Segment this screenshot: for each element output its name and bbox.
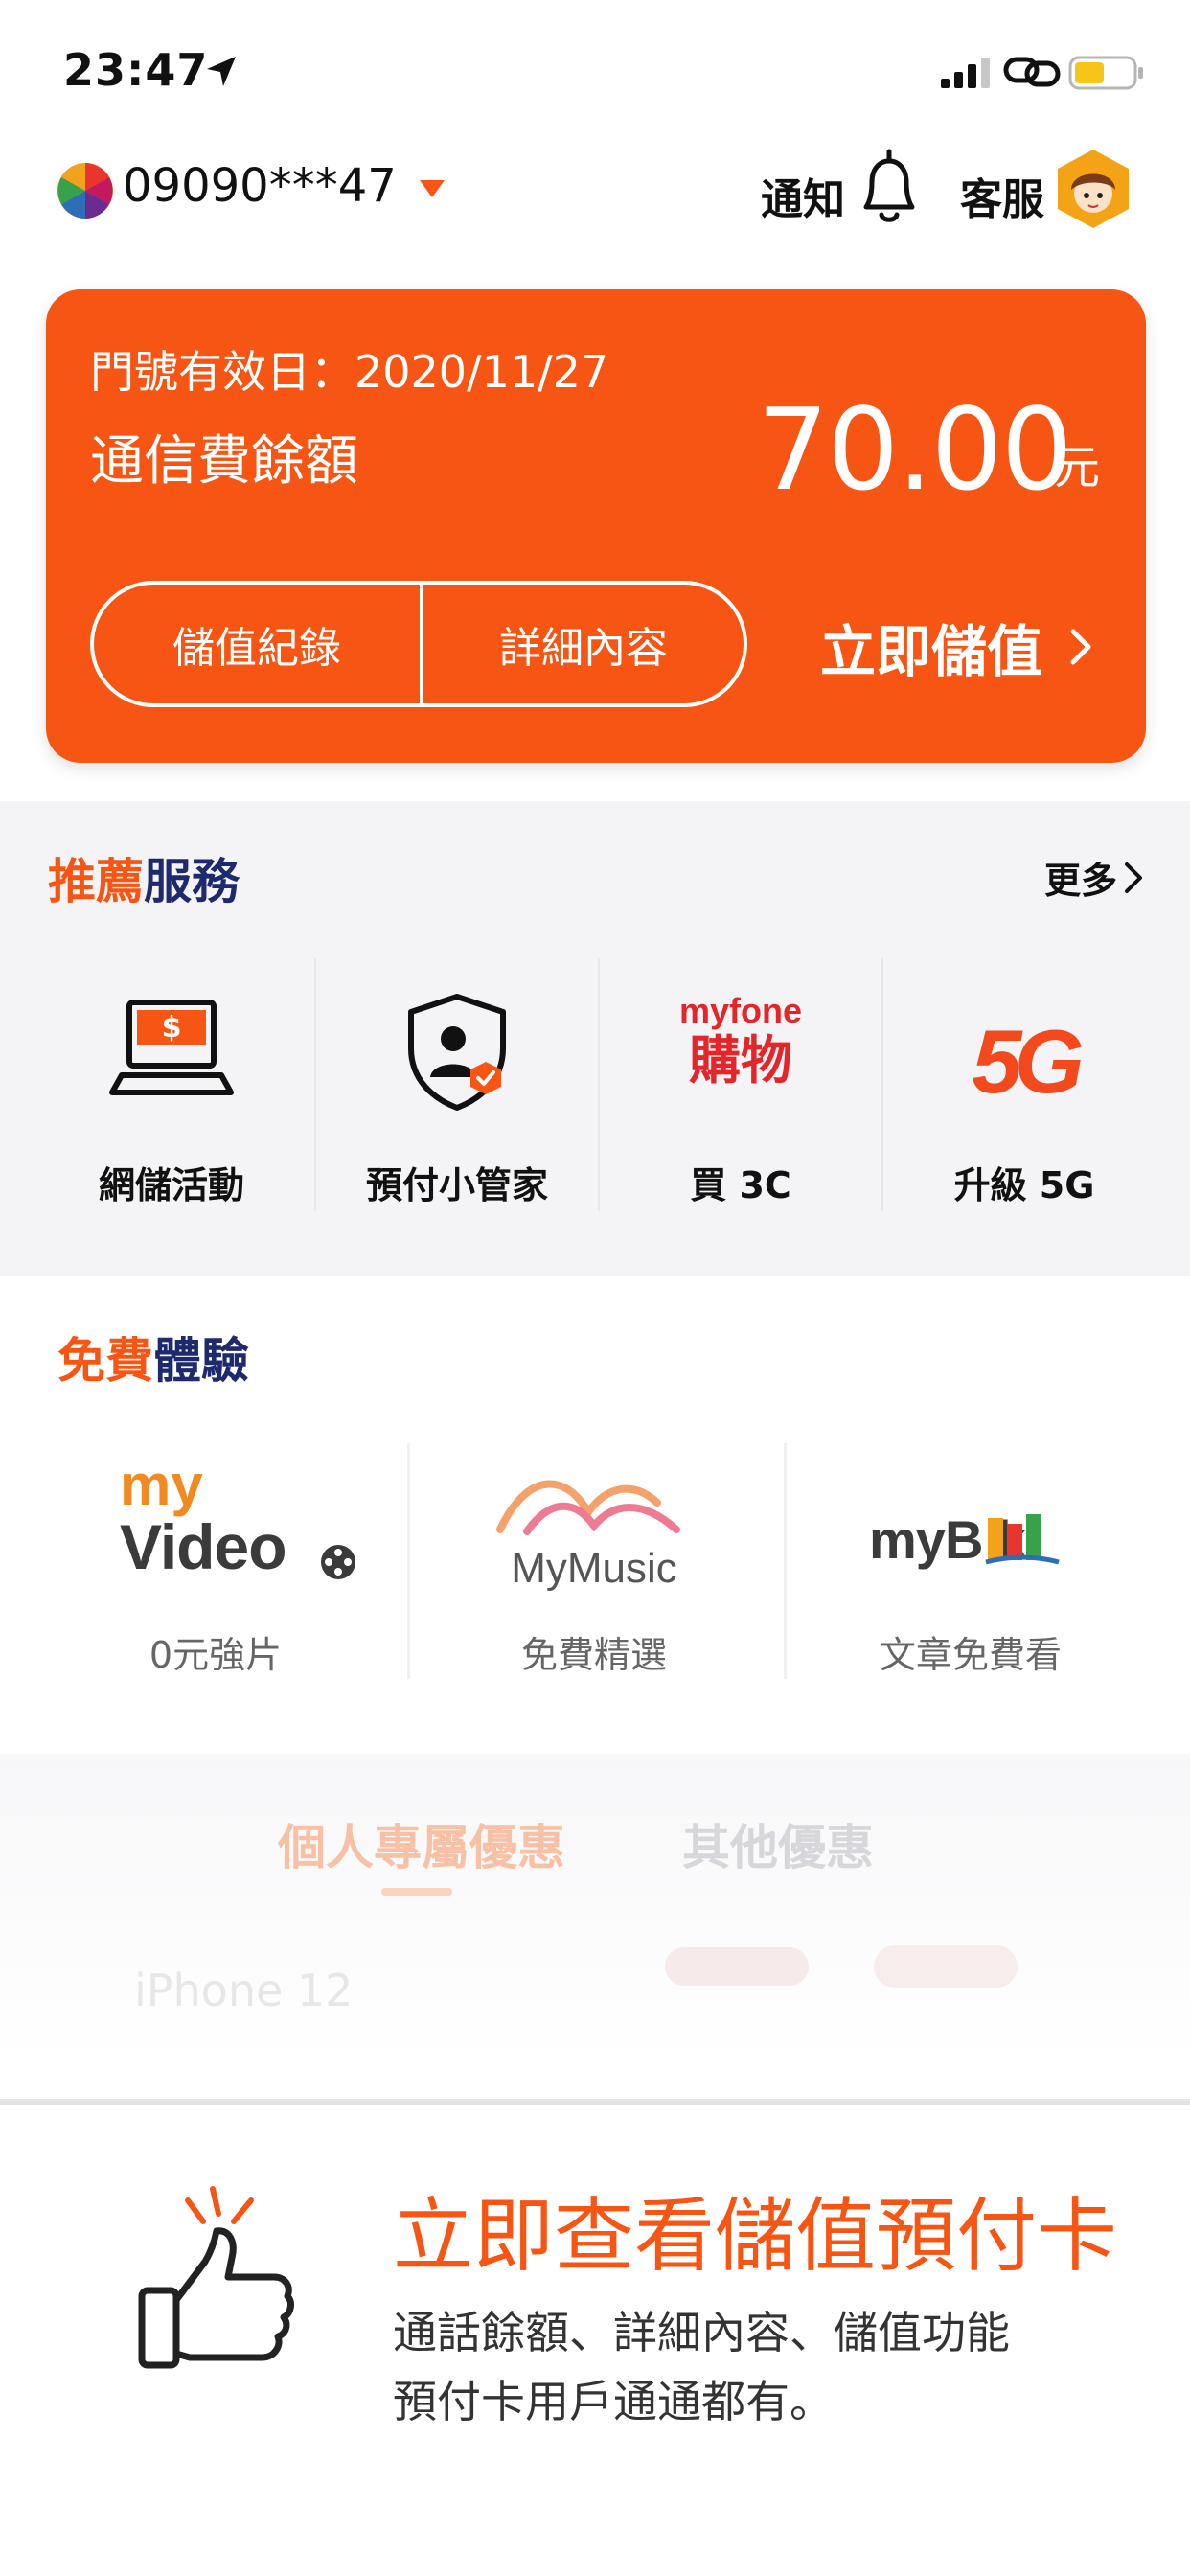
thumbs-up-icon	[138, 2186, 294, 2369]
myvideo-logo-video: Video	[120, 1511, 287, 1582]
film-reel-icon	[321, 1545, 355, 1579]
service-item-upgrade-5g[interactable]: 5G 升級 5G	[883, 958, 1165, 1209]
service-item-prepaid-butler[interactable]: 預付小管家	[316, 958, 598, 1209]
service-item-buy-3c[interactable]: myfone 購物 買 3C	[600, 958, 881, 1209]
battery-icon	[1068, 56, 1143, 90]
active-tab-indicator	[381, 1888, 452, 1896]
tab-other-offers[interactable]: 其他優惠	[682, 1809, 874, 1878]
book-icon	[985, 1514, 1060, 1565]
5g-logo-text: 5G	[972, 1011, 1084, 1112]
tab-personal-offers[interactable]: 個人專屬優惠	[278, 1809, 565, 1878]
topup-history-button[interactable]: 儲值紀錄	[94, 585, 420, 703]
section-divider	[0, 2099, 1190, 2104]
service-item-online-topup[interactable]: $ 網儲活動	[31, 958, 312, 1209]
chevron-right-icon	[1125, 862, 1143, 893]
shopping-logo-text: 購物	[689, 1030, 792, 1091]
free-item-label: 免費精選	[520, 1634, 667, 1676]
shield-user-icon	[408, 994, 506, 1111]
myvideo-logo: my Video	[72, 1457, 359, 1600]
offer-card-image	[874, 1945, 1018, 1988]
balance-amount: 70.00	[757, 383, 1073, 516]
recommended-title: 推薦服務	[48, 843, 240, 912]
myfone-shopping-logo: myfone 購物	[674, 985, 808, 1119]
service-avatar-icon[interactable]	[1052, 148, 1134, 230]
balance-unit: 元	[1054, 441, 1101, 494]
laptop-dollar-icon: $	[109, 1000, 234, 1095]
free-trial-title: 免費體驗	[57, 1322, 249, 1392]
free-trial-title-part2: 體驗	[153, 1333, 249, 1389]
topup-now-label: 立即儲值	[820, 619, 1043, 684]
service-label: 買 3C	[690, 1164, 791, 1207]
service-label: 預付小管家	[365, 1164, 548, 1207]
balance-label: 通信費餘額	[90, 430, 358, 493]
recommended-title-part1: 推薦	[48, 854, 144, 909]
free-item-mybook[interactable]: myB k 文章免費看	[784, 1438, 1157, 1687]
offer-card-image	[665, 1947, 809, 1986]
bell-icon[interactable]	[853, 146, 926, 228]
promo-description-line2: 預付卡用戶通通都有。	[393, 2376, 834, 2427]
dropdown-triangle-icon[interactable]	[418, 178, 446, 199]
5g-icon: 5G	[957, 985, 1091, 1119]
free-item-mymusic[interactable]: MyMusic 免費精選	[407, 1438, 781, 1687]
service-label: 網儲活動	[98, 1164, 244, 1207]
promo-description-line1: 通話餘額、詳細內容、儲值功能	[393, 2307, 1010, 2358]
topup-now-button[interactable]: 立即儲值	[820, 604, 1127, 690]
location-arrow-icon	[207, 57, 236, 86]
mymusic-logo-text: MyMusic	[511, 1545, 677, 1592]
status-time: 23:47	[63, 44, 209, 96]
phone-number[interactable]: 09090***47	[123, 159, 397, 213]
notification-label[interactable]: 通知	[761, 165, 845, 226]
offer-card-title: iPhone 12	[134, 1965, 354, 2016]
promo-title[interactable]: 立即查看儲值預付卡	[393, 2172, 1117, 2288]
svg-text:$: $	[162, 1011, 182, 1045]
free-item-label: 0元強片	[149, 1634, 283, 1676]
myfone-logo-text: myfone	[678, 991, 803, 1030]
free-trial-title-part1: 免費	[57, 1333, 153, 1389]
mybook-logo: myB k	[827, 1457, 1114, 1600]
myvideo-logo-my: my	[120, 1453, 203, 1517]
free-item-myvideo[interactable]: my Video 0元強片	[29, 1438, 402, 1687]
mymusic-waves-icon	[496, 1480, 680, 1535]
cellular-signal-icon	[941, 58, 990, 88]
free-item-label: 文章免費看	[879, 1634, 1062, 1676]
service-label: 升級 5G	[953, 1164, 1095, 1207]
number-expiry-date: 門號有效日：2020/11/27	[90, 346, 609, 398]
more-label: 更多	[1044, 860, 1118, 902]
more-services-link[interactable]: 更多	[1044, 851, 1144, 904]
usage-detail-button[interactable]: 詳細內容	[423, 585, 744, 703]
chevron-right-icon	[1070, 629, 1091, 665]
customer-service-label[interactable]: 客服	[960, 165, 1044, 226]
mymusic-logo: MyMusic	[450, 1457, 738, 1600]
carrier-logo-icon	[57, 163, 113, 218]
recommended-title-part2: 服務	[144, 854, 240, 909]
link-icon	[1003, 57, 1061, 87]
